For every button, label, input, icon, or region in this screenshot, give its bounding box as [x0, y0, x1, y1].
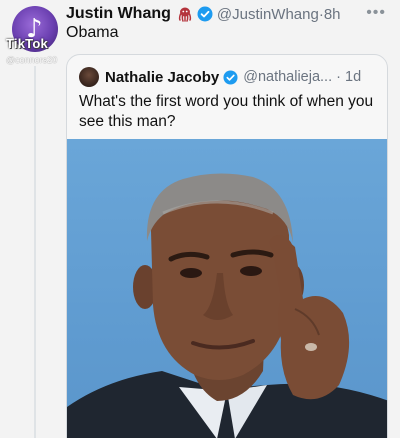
author-handle[interactable]: @JustinWhang: [217, 6, 319, 23]
quoted-tweet-card[interactable]: Nathalie Jacoby @nathalieja... · 1d What…: [66, 54, 388, 438]
verified-badge-icon: [223, 69, 238, 85]
tiktok-wordmark: TikTok: [6, 36, 48, 51]
quoted-handle-time: @nathalieja... · 1d: [243, 69, 361, 85]
thread-line: [34, 66, 36, 438]
quoted-tweet-text: What's the first word you think of when …: [79, 93, 374, 130]
octopus-icon: [178, 7, 192, 22]
tweet-screen: ♪ TikTok @connors20 Justin Whang @Justin…: [0, 0, 400, 438]
quoted-separator: ·: [336, 69, 341, 85]
quoted-tweet-header: Nathalie Jacoby @nathalieja... · 1d: [79, 66, 361, 88]
more-dots-icon[interactable]: •••: [366, 5, 386, 21]
tweet-text: Obama: [66, 24, 119, 41]
handle-time: @JustinWhang·8h: [217, 6, 341, 23]
quoted-author-handle[interactable]: @nathalieja...: [243, 69, 332, 85]
tweet-time[interactable]: 8h: [324, 6, 341, 23]
portrait-illustration: [67, 173, 387, 438]
quoted-author-name[interactable]: Nathalie Jacoby: [105, 69, 219, 86]
portrait-photo[interactable]: [67, 139, 387, 438]
quoted-author-avatar[interactable]: [79, 67, 99, 87]
tweet-header: Justin Whang @JustinWhang·8h: [66, 4, 341, 24]
author-name[interactable]: Justin Whang: [66, 5, 171, 23]
quoted-tweet-time[interactable]: 1d: [345, 69, 361, 85]
verified-badge-icon: [197, 6, 213, 22]
tiktok-username: @connors20: [6, 55, 58, 65]
